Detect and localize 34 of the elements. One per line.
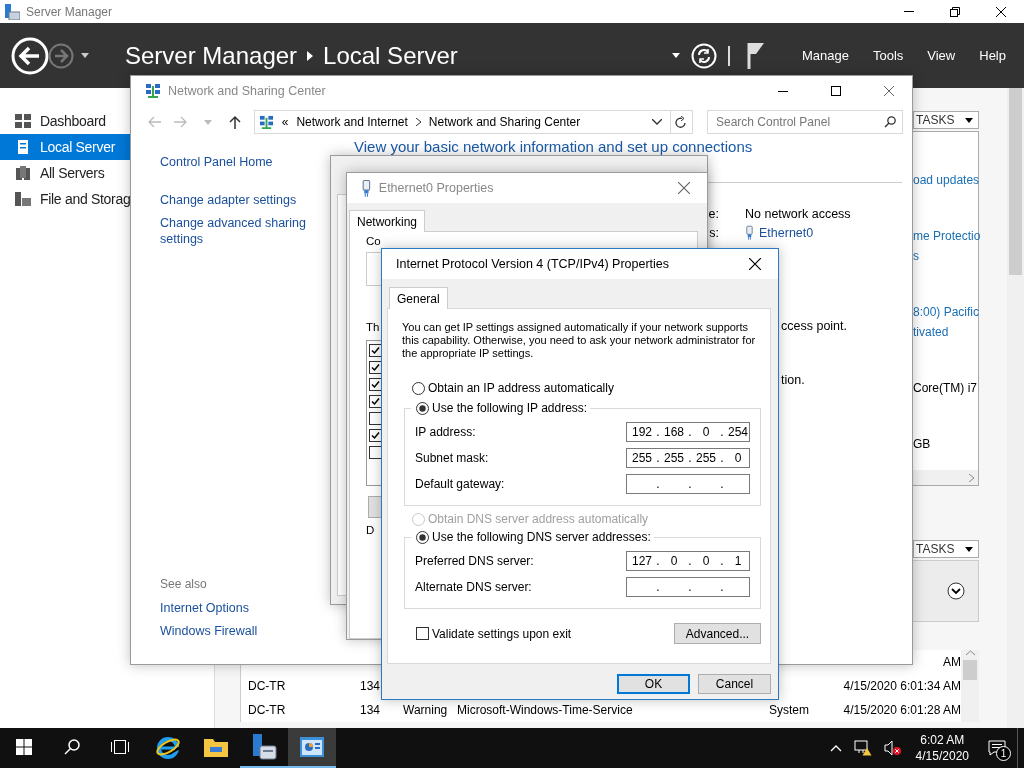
- source-cell-text: Microsoft-Windows-Time-Service: [457, 703, 634, 717]
- window-title: Server Manager: [26, 4, 114, 19]
- server-cell-text: DC-TR: [248, 679, 287, 693]
- items-label: Th: [366, 321, 380, 334]
- property-value: GB: [913, 436, 932, 453]
- see-also-heading: See also: [160, 577, 208, 591]
- property-value: Core(TM) i7: [913, 380, 978, 397]
- date-time-cell-text: AM: [942, 655, 961, 669]
- info-text: tion.: [781, 373, 806, 387]
- date-time-cell: 4/15/2020 6:01:34 AM: [843, 679, 961, 693]
- breadcrumb-item: Local Server: [323, 41, 458, 70]
- log-cell-text: System: [769, 703, 810, 717]
- field-label: Subnet mask:: [415, 451, 490, 465]
- notification-badge: 1: [996, 746, 1011, 761]
- id-cell-text: 134: [360, 703, 382, 717]
- connect-using-label: Co: [366, 235, 381, 248]
- access-type-value: No network access: [745, 206, 851, 221]
- window-title: Internet Protocol Version 4 (TCP/IPv4) Properties: [396, 257, 671, 271]
- id-cell-text: 134: [360, 679, 382, 693]
- description-label: D: [366, 524, 375, 537]
- field-label: IP address:: [415, 425, 477, 439]
- server-cell-text: DC-TR: [248, 703, 287, 717]
- intro-text: You can get IP settings assigned automatically if your network supports this capability. Otherwise, you need to ask your network administrator for the appropriate IP settings.: [402, 321, 757, 360]
- field-label: Default gateway:: [415, 477, 506, 491]
- severity-cell-text: Warning: [403, 703, 449, 717]
- field-label: Preferred DNS server:: [415, 554, 535, 568]
- access-type-label: e:: [708, 206, 719, 221]
- window-title: Ethernet0 Properties: [378, 181, 495, 195]
- field-label: Alternate DNS server:: [415, 580, 533, 594]
- info-text: ccess point.: [781, 319, 848, 333]
- page-heading: View your basic network information and set up connections: [354, 139, 753, 154]
- connections-label: s:: [709, 225, 719, 240]
- window-title: Network and Sharing Center: [168, 84, 327, 98]
- date-time-cell: 4/15/2020 6:01:28 AM: [843, 703, 961, 717]
